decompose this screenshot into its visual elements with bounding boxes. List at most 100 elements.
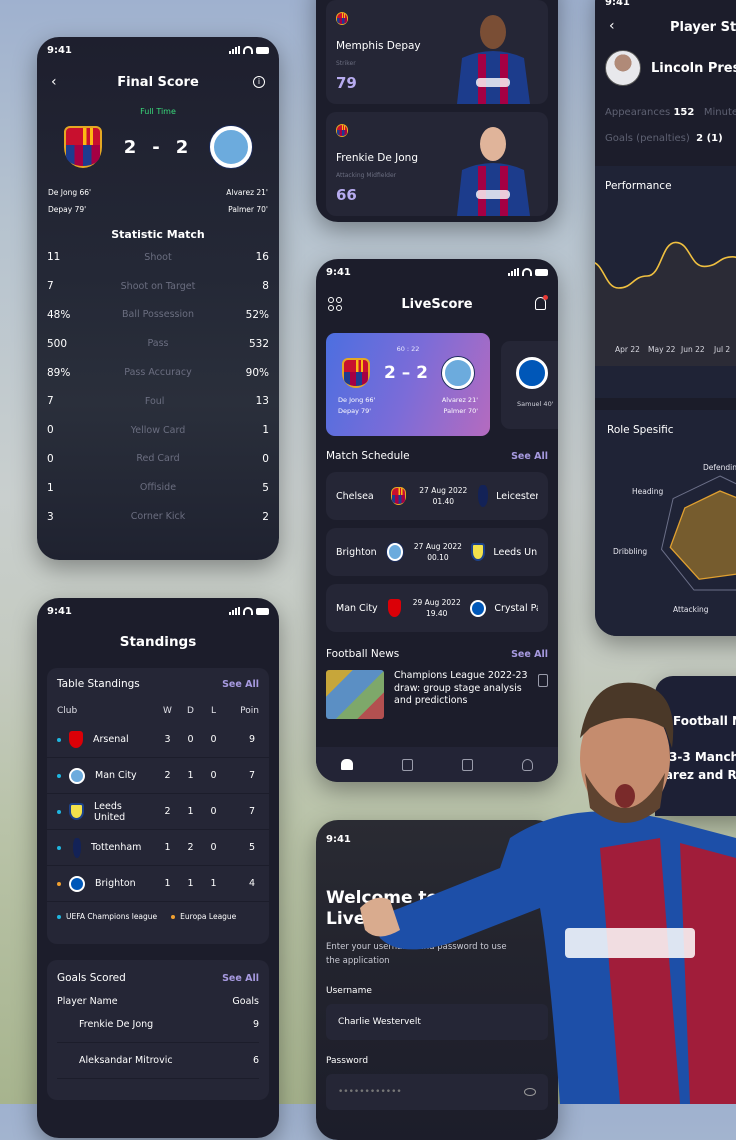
menu-grid-icon[interactable] bbox=[328, 297, 342, 311]
next-match-card[interactable]: Samuel 40' bbox=[501, 341, 558, 429]
role-card: Role Spesific Defendin Heading Dribbling At… bbox=[595, 410, 736, 636]
home-scorers: De Jong 66' Depay 79' bbox=[48, 184, 91, 218]
club-name: Leeds United bbox=[94, 800, 126, 823]
col-goals: Goals bbox=[232, 996, 259, 1007]
x-tick-label: Apr 22 bbox=[615, 345, 640, 354]
livescore-screen: 9:41 LiveScore 60 : 22 2 – 2 De Jong 66'… bbox=[316, 259, 558, 782]
eye-off-icon[interactable] bbox=[524, 1088, 536, 1096]
stat-points: 7 bbox=[248, 806, 255, 817]
see-all-schedule-link[interactable]: See All bbox=[511, 451, 548, 462]
standings-row[interactable]: Man City 2 1 0 7 bbox=[47, 758, 269, 794]
info-icon[interactable]: i bbox=[253, 76, 265, 88]
password-field[interactable]: •••••••••••• bbox=[326, 1074, 548, 1110]
stat-row: 7 Foul 13 bbox=[37, 387, 279, 416]
club-name: Man City bbox=[95, 770, 137, 781]
news-screen: Football N 3-3 Manch varez and Riy bbox=[655, 676, 736, 816]
stat-away: 90% bbox=[245, 366, 269, 379]
club-name: Tottenham bbox=[91, 842, 142, 853]
minutes-label: Minute bbox=[703, 107, 736, 118]
scorer: Palmer 70' bbox=[228, 205, 268, 214]
stat-points: 4 bbox=[248, 878, 255, 889]
nav-home-icon[interactable] bbox=[340, 759, 353, 770]
stat-away: 2 bbox=[262, 510, 269, 523]
leeds-crest-icon bbox=[69, 803, 84, 820]
nav-profile-icon[interactable] bbox=[522, 758, 534, 771]
match-date: 27 Aug 2022 bbox=[413, 542, 462, 551]
stat-label: Offiside bbox=[139, 482, 177, 494]
performance-card: Performance Apr 22 May 22 Jun 22 Jul 2 bbox=[595, 166, 736, 398]
status-bar: 9:41 bbox=[316, 259, 558, 285]
stat-l: 0 bbox=[210, 842, 217, 853]
stat-label: Pass bbox=[147, 338, 169, 350]
role-title: Role Spesific bbox=[607, 424, 674, 436]
nav-news-icon[interactable] bbox=[401, 758, 413, 771]
stat-d: 2 bbox=[187, 842, 194, 853]
stat-w: 1 bbox=[164, 878, 171, 889]
stat-row: 0 Red Card 0 bbox=[37, 445, 279, 474]
back-icon[interactable]: ‹ bbox=[51, 74, 57, 90]
player-card[interactable]: Frenkie De Jong Attacking Midfielder 66 bbox=[326, 112, 548, 216]
stat-points: 9 bbox=[248, 734, 255, 745]
scorer-row[interactable]: Frenkie De Jong 9 bbox=[57, 1007, 259, 1043]
stat-away: 1 bbox=[262, 424, 269, 437]
stat-label: Yellow Card bbox=[130, 424, 186, 436]
scorer: Alvarez 21' bbox=[441, 396, 478, 404]
see-all-goals-link[interactable]: See All bbox=[222, 973, 259, 984]
radar-label: Attacking bbox=[673, 605, 709, 614]
login-screen: 9:41 Welcome to LiveScore Enter your use… bbox=[316, 820, 558, 1140]
score-separator: - bbox=[152, 136, 160, 158]
legend-uel: Europa League bbox=[180, 912, 237, 921]
nav-bookmark-icon[interactable] bbox=[462, 758, 474, 771]
standings-row[interactable]: Leeds United 2 1 0 7 bbox=[47, 794, 269, 830]
stat-l: 1 bbox=[210, 878, 217, 889]
man-city-crest-icon bbox=[69, 767, 85, 784]
schedule-item[interactable]: Man City 29 Aug 2022 19.40 Crystal Pa bbox=[326, 584, 548, 632]
status-time: 9:41 bbox=[326, 266, 351, 278]
zone-dot bbox=[57, 773, 61, 778]
bottom-nav bbox=[316, 747, 558, 782]
player-photo bbox=[452, 120, 534, 216]
performance-chart: Apr 22 May 22 Jun 22 Jul 2 bbox=[595, 241, 736, 366]
zone-dot bbox=[57, 809, 61, 814]
scorer-name: Frenkie De Jong bbox=[79, 1019, 154, 1030]
stat-w: 2 bbox=[164, 806, 171, 817]
scorer-goals: 9 bbox=[252, 1019, 259, 1030]
bookmark-icon[interactable] bbox=[538, 674, 548, 687]
standings-row[interactable]: Arsenal 3 0 0 9 bbox=[47, 722, 269, 758]
match-date: 27 Aug 2022 bbox=[419, 486, 468, 495]
notification-bell-icon[interactable] bbox=[535, 295, 548, 310]
barcelona-crest-icon bbox=[390, 487, 407, 505]
page-title: Player Sta bbox=[670, 20, 736, 35]
x-tick-label: May 22 bbox=[648, 345, 676, 354]
stat-points: 7 bbox=[248, 770, 255, 781]
x-tick-label: Jul 2 bbox=[713, 345, 730, 354]
stat-home: 89% bbox=[47, 366, 71, 379]
scorer-row[interactable]: Aleksandar Mitrovic 6 bbox=[57, 1043, 259, 1079]
home-team: Brighton bbox=[336, 546, 377, 558]
live-match-card[interactable]: 60 : 22 2 – 2 De Jong 66' Depay 79' Alvar… bbox=[326, 333, 490, 436]
stat-home: 500 bbox=[47, 337, 68, 350]
stat-away: 0 bbox=[262, 452, 269, 465]
news-panel-title: Football N bbox=[673, 714, 736, 728]
leeds-crest-icon bbox=[470, 543, 486, 561]
see-all-standings-link[interactable]: See All bbox=[222, 679, 259, 690]
news-item[interactable]: Champions League 2022-23 draw: group sta… bbox=[316, 670, 558, 719]
player-card[interactable]: Memphis Depay Striker 79 bbox=[326, 0, 548, 104]
tottenham-crest-icon bbox=[73, 837, 81, 858]
stat-away: 52% bbox=[245, 308, 269, 321]
player-name: Memphis Depay bbox=[336, 40, 421, 52]
stat-home: 11 bbox=[47, 251, 61, 264]
standings-row[interactable]: Tottenham 1 2 0 5 bbox=[47, 830, 269, 866]
away-score: 2 bbox=[175, 136, 189, 158]
back-icon[interactable]: ‹ bbox=[609, 18, 615, 34]
scorer: Samuel 40' bbox=[517, 400, 554, 408]
players-screen: Memphis Depay Striker 79 Frenkie De Jong Att… bbox=[316, 0, 558, 222]
stat-label: Shoot bbox=[144, 251, 172, 263]
schedule-item[interactable]: Chelsea 27 Aug 2022 01.40 Leicester bbox=[326, 472, 548, 520]
brighton-crest-icon bbox=[69, 875, 85, 892]
stat-d: 1 bbox=[187, 878, 194, 889]
see-all-news-link[interactable]: See All bbox=[511, 649, 548, 660]
username-field[interactable]: Charlie Westervelt bbox=[326, 1004, 548, 1040]
schedule-item[interactable]: Brighton 27 Aug 2022 00.10 Leeds Unit bbox=[326, 528, 548, 576]
standings-row[interactable]: Brighton 1 1 1 4 bbox=[47, 866, 269, 902]
